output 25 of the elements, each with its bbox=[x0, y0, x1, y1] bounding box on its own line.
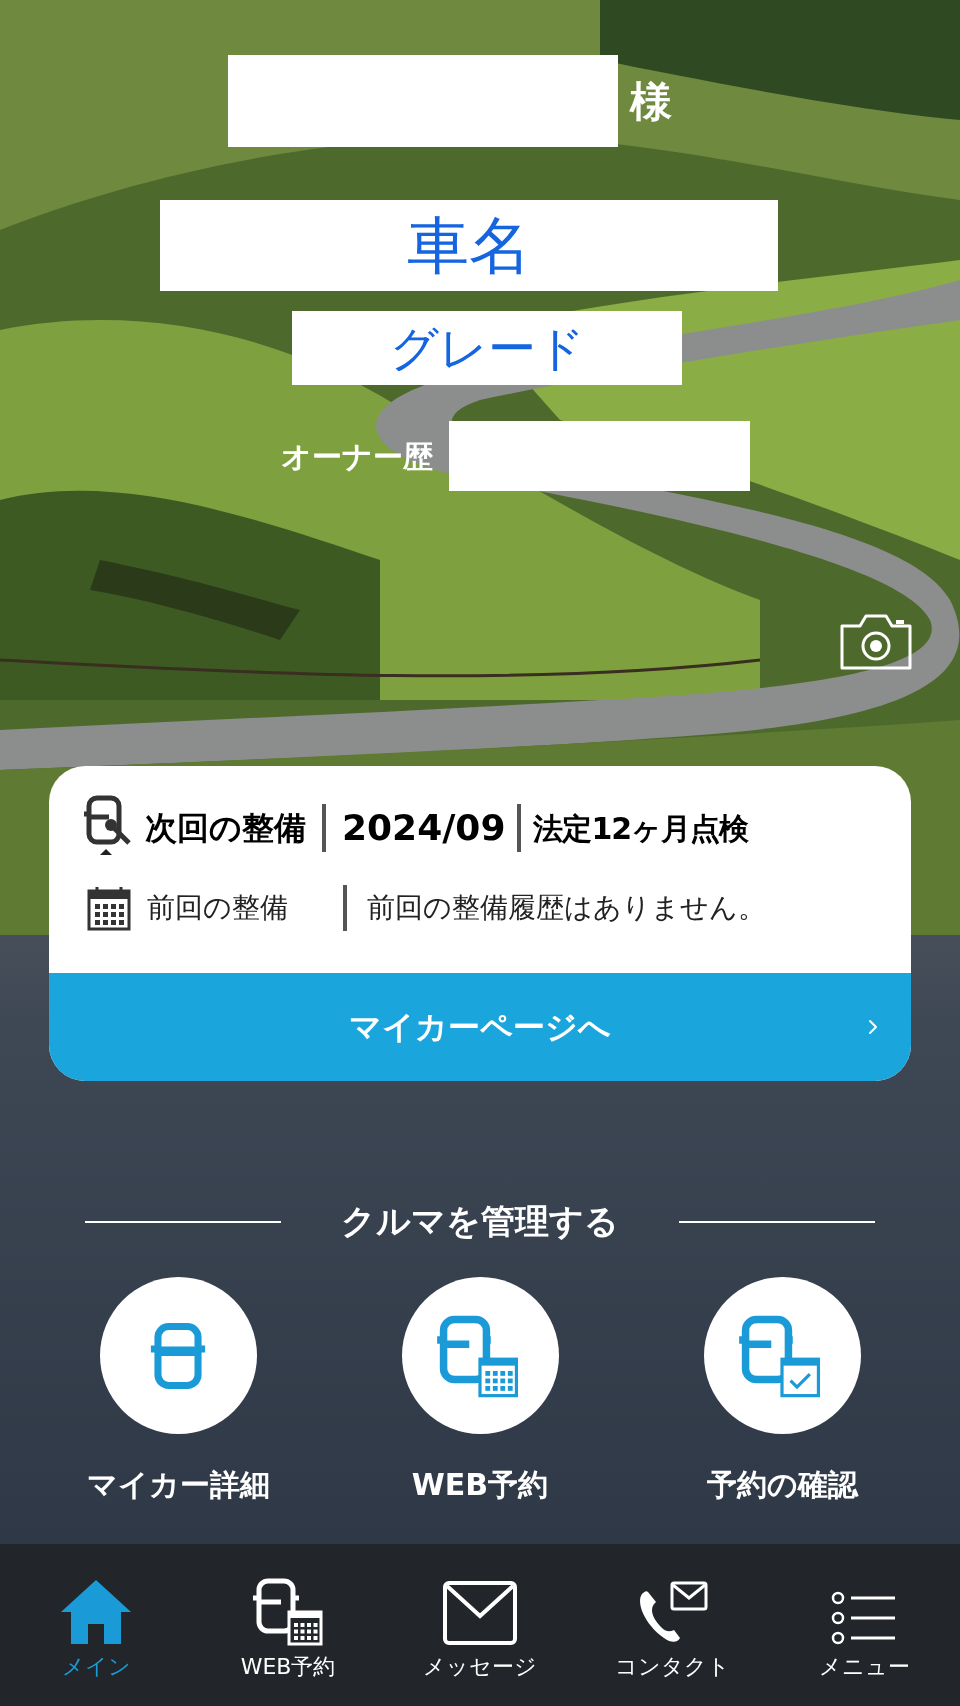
nav-tab[interactable]: WEB予約 bbox=[192, 1574, 384, 1706]
next-maintenance-label: 次回の整備 bbox=[145, 808, 306, 849]
mail-icon bbox=[442, 1580, 518, 1646]
section-title: クルマを管理する bbox=[341, 1200, 619, 1243]
previous-maintenance-text: 前回の整備履歴はありません。 bbox=[367, 890, 766, 926]
next-maintenance-date: 2024/09 bbox=[342, 806, 506, 850]
home-icon bbox=[59, 1578, 133, 1646]
car-name-text: 車名 bbox=[160, 200, 778, 291]
honorific-text: 様 bbox=[630, 75, 672, 128]
nav-tab[interactable]: メニュー bbox=[768, 1574, 960, 1706]
action-label[interactable]: 予約の確認 bbox=[706, 1462, 858, 1507]
action-label[interactable]: マイカー詳細 bbox=[86, 1462, 270, 1507]
grade-text: グレード bbox=[292, 311, 682, 385]
nav-tab[interactable]: メッセージ bbox=[384, 1574, 576, 1706]
car-calendar-icon bbox=[253, 1578, 323, 1646]
ownership-label: オーナー歴 bbox=[280, 437, 433, 476]
nav-tab[interactable]: コンタクト bbox=[576, 1574, 768, 1706]
action-label[interactable]: WEB予約 bbox=[411, 1462, 549, 1507]
calendar-icon bbox=[87, 885, 131, 931]
camera-icon[interactable] bbox=[838, 612, 914, 672]
next-maintenance-type: 法定12ヶ月点検 bbox=[533, 809, 749, 848]
car-icon bbox=[148, 1322, 208, 1389]
nav-tab[interactable]: メイン bbox=[0, 1574, 192, 1706]
previous-maintenance-label: 前回の整備 bbox=[147, 890, 289, 926]
menu-icon bbox=[831, 1590, 897, 1646]
